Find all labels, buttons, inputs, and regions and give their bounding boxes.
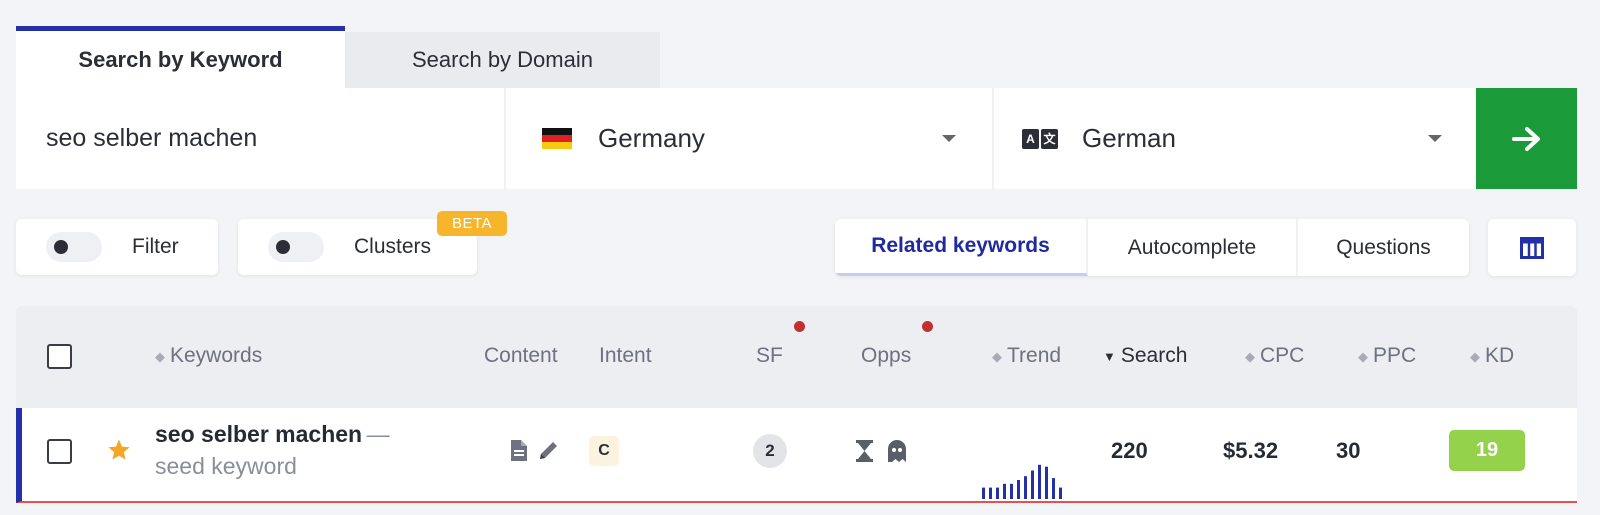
chevron-down-icon xyxy=(942,135,956,142)
trend-sparkline[interactable] xyxy=(978,459,1068,499)
language-select[interactable]: A 文 German xyxy=(992,88,1478,189)
trend-bar xyxy=(1003,483,1006,499)
sf-badge[interactable]: 2 xyxy=(753,434,787,468)
trend-bar xyxy=(1045,466,1048,499)
keyword-input[interactable] xyxy=(16,88,504,189)
column-header-content: Content xyxy=(484,344,558,367)
filter-label: Filter xyxy=(132,235,179,258)
row-checkbox[interactable] xyxy=(47,439,72,464)
column-header-opps: Opps xyxy=(861,344,912,367)
column-header-trend[interactable]: ◆ Trend xyxy=(992,343,1061,369)
kd-cell: 19 xyxy=(1449,430,1525,471)
germany-flag-icon xyxy=(542,127,572,150)
sort-icon: ◆ xyxy=(1358,348,1368,364)
column-header-kd[interactable]: ◆ KD xyxy=(1470,343,1514,369)
ghost-icon[interactable] xyxy=(886,439,908,463)
column-header-keywords[interactable]: ◆ Keywords xyxy=(155,343,262,369)
hourglass-icon[interactable] xyxy=(855,439,874,463)
tab-questions[interactable]: Questions xyxy=(1298,219,1469,276)
cpc-value: $5.32 xyxy=(1223,438,1279,463)
sort-icon: ◆ xyxy=(155,348,165,364)
column-header-sf: SF xyxy=(756,344,783,367)
sort-icon: ◆ xyxy=(1470,348,1480,364)
filter-switch[interactable] xyxy=(46,232,102,262)
arrow-right-icon xyxy=(1511,126,1540,151)
trend-bar xyxy=(989,487,992,499)
sort-icon: ◆ xyxy=(1245,348,1255,364)
columns-button[interactable] xyxy=(1488,219,1576,276)
trend-bar xyxy=(1017,480,1020,499)
clusters-label: Clusters xyxy=(354,235,432,258)
select-all-checkbox[interactable] xyxy=(47,344,72,369)
column-header-ppc[interactable]: ◆ PPC xyxy=(1358,343,1416,369)
intent-cell: C xyxy=(589,436,619,466)
search-go-button[interactable] xyxy=(1476,88,1577,189)
star-icon[interactable] xyxy=(107,438,131,462)
tab-search-by-domain-label: Search by Domain xyxy=(412,47,593,72)
trend-bar xyxy=(1010,483,1013,499)
sf-cell: 2 xyxy=(753,434,787,468)
trend-bar xyxy=(1024,476,1027,499)
column-header-intent: Intent xyxy=(599,344,652,367)
keyword-cell: seo selber machen — seed keyword xyxy=(155,420,455,481)
keyword-dash: — xyxy=(366,421,390,447)
trend-bar xyxy=(1031,470,1034,499)
trend-bar xyxy=(1052,478,1055,499)
trend-bar xyxy=(1038,464,1041,499)
keyword-text[interactable]: seo selber machen xyxy=(155,421,362,447)
search-volume-value: 220 xyxy=(1111,438,1148,463)
tab-autocomplete[interactable]: Autocomplete xyxy=(1088,219,1298,276)
trend-bar xyxy=(982,487,985,499)
chevron-down-icon xyxy=(1428,135,1442,142)
search-bar: Germany A 文 German xyxy=(16,88,1478,189)
tab-related-keywords[interactable]: Related keywords xyxy=(835,219,1088,276)
pencil-icon[interactable] xyxy=(537,439,561,462)
tab-search-by-keyword-label: Search by Keyword xyxy=(78,46,283,72)
trend-bar xyxy=(996,487,999,499)
intent-badge[interactable]: C xyxy=(589,436,619,466)
country-value: Germany xyxy=(598,123,705,153)
sf-alert-dot xyxy=(794,321,805,332)
columns-icon xyxy=(1520,236,1544,259)
tab-search-by-keyword[interactable]: Search by Keyword xyxy=(16,26,345,88)
ppc-value: 30 xyxy=(1336,438,1361,463)
filter-toggle[interactable]: Filter xyxy=(16,219,218,275)
seed-keyword-label: seed keyword xyxy=(155,453,297,479)
column-header-cpc[interactable]: ◆ CPC xyxy=(1245,343,1304,369)
country-select[interactable]: Germany xyxy=(504,88,992,189)
beta-badge: BETA xyxy=(437,211,507,236)
sort-desc-icon: ▼ xyxy=(1103,348,1116,364)
document-icon[interactable] xyxy=(510,439,528,462)
keyword-type-tabs: Related keywords Autocomplete Questions xyxy=(835,219,1469,276)
translate-icon: A 文 xyxy=(1022,128,1058,149)
column-header-search[interactable]: ▼ Search xyxy=(1103,343,1187,369)
trend-bar xyxy=(1059,487,1062,499)
language-value: German xyxy=(1082,123,1176,153)
clusters-switch[interactable] xyxy=(268,232,324,262)
opps-alert-dot xyxy=(922,321,933,332)
kd-badge[interactable]: 19 xyxy=(1449,430,1525,471)
tab-search-by-domain[interactable]: Search by Domain xyxy=(345,32,660,88)
sort-icon: ◆ xyxy=(992,348,1002,364)
